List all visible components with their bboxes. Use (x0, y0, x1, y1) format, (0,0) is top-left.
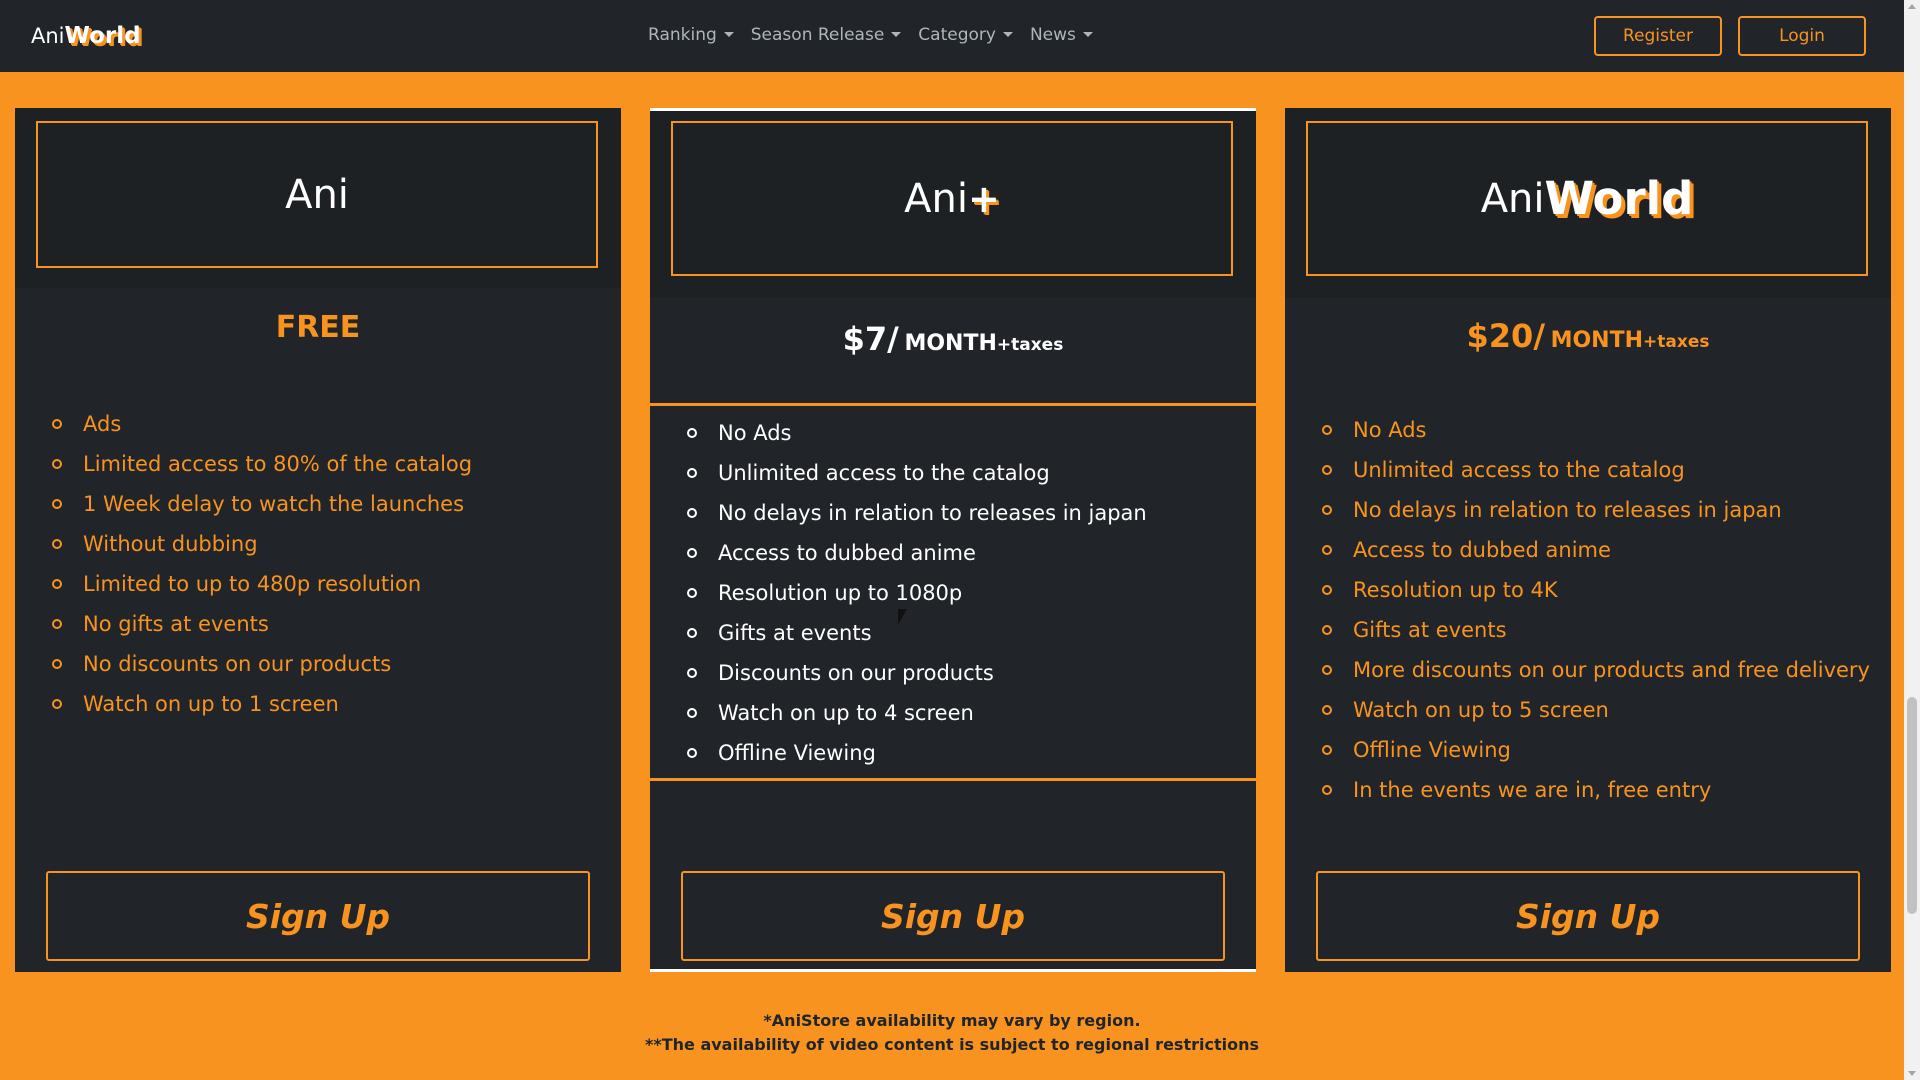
scrollbar[interactable] (1904, 0, 1920, 1080)
plan-logo-box: Ani World (1306, 121, 1868, 276)
nav-category-label: Category (918, 25, 996, 45)
nav-season-release-dropdown[interactable]: Season Release (751, 24, 902, 46)
list-item: Access to dubbed anime (684, 533, 1147, 573)
list-item: Without dubbing (49, 524, 472, 564)
caret-down-icon (891, 32, 902, 37)
list-item: Resolution up to 1080p (684, 573, 1147, 613)
plan-logo-ani: Ani (1480, 175, 1545, 222)
list-item: Discounts on our products (684, 653, 1147, 693)
footnote-restrictions: **The availability of video content is s… (644, 1035, 1259, 1054)
plan-logo-box: Ani + (671, 121, 1233, 276)
nav-season-release-label: Season Release (750, 25, 885, 45)
plan-card-header: Ani + (650, 111, 1256, 297)
scroll-down-arrow-icon[interactable] (1908, 1071, 1916, 1076)
brand-logo[interactable]: AniWorld (31, 20, 141, 54)
list-item: Offline Viewing (684, 733, 1147, 773)
plan-logo-ani: Ani (285, 171, 349, 218)
list-item: Limited to up to 480p resolution (49, 564, 472, 604)
plan-price: FREE (275, 310, 361, 345)
price-period: MONTH (1550, 328, 1644, 353)
mouse-cursor-icon (898, 609, 907, 625)
list-item: Resolution up to 4K (1319, 570, 1870, 610)
nav-ranking-label: Ranking (648, 25, 717, 45)
list-item: Ads (49, 404, 472, 444)
price-period: MONTH (904, 331, 997, 356)
plan-logo-box: Ani (36, 121, 598, 268)
nav-news-label: News (1029, 25, 1076, 45)
brand-ani: Ani (31, 24, 65, 48)
list-item: No discounts on our products (49, 644, 472, 684)
list-item: No delays in relation to releases in jap… (1319, 490, 1870, 530)
divider (650, 778, 1256, 781)
sign-up-button[interactable]: Sign Up (46, 871, 590, 961)
plan-feature-list: Ads Limited access to 80% of the catalog… (49, 404, 472, 724)
plan-feature-list: No Ads Unlimited access to the catalog N… (1319, 410, 1870, 810)
list-item: Gifts at events (1319, 610, 1870, 650)
nav-category-dropdown[interactable]: Category (918, 24, 1013, 46)
list-item: In the events we are in, free entry (1319, 770, 1870, 810)
plan-card-header: Ani World (1285, 108, 1891, 298)
list-item: 1 Week delay to watch the launches (49, 484, 472, 524)
navbar: AniWorld Ranking Season Release Category… (0, 0, 1904, 72)
list-item: Watch on up to 4 screen (684, 693, 1147, 733)
login-button[interactable]: Login (1738, 16, 1866, 56)
price-tax: +taxes (1643, 332, 1710, 352)
scroll-up-arrow-icon[interactable] (1908, 4, 1916, 9)
nav-ranking-dropdown[interactable]: Ranking (648, 24, 734, 46)
plan-price: $7/ MONTH+taxes (650, 320, 1256, 358)
list-item: Unlimited access to the catalog (684, 453, 1147, 493)
sign-up-button[interactable]: Sign Up (681, 871, 1225, 961)
plan-price: $20/ MONTH+taxes (1285, 317, 1891, 355)
plan-feature-list: No Ads Unlimited access to the catalog N… (684, 413, 1147, 773)
list-item: Limited access to 80% of the catalog (49, 444, 472, 484)
plan-logo-world: World (1544, 172, 1694, 225)
scrollbar-thumb[interactable] (1907, 697, 1917, 914)
nav-links: Ranking Season Release Category News (648, 24, 1110, 46)
list-item: Watch on up to 5 screen (1319, 690, 1870, 730)
price-amount: $7/ (842, 320, 899, 358)
list-item: No Ads (1319, 410, 1870, 450)
list-item: More discounts on our products and free … (1319, 650, 1870, 690)
brand-world: World (64, 23, 141, 49)
plan-card-ani-plus: Ani + $7/ MONTH+taxes No Ads Unlimited ac… (650, 108, 1256, 972)
plan-logo-ani: Ani (904, 175, 968, 222)
list-item: Access to dubbed anime (1319, 530, 1870, 570)
nav-news-dropdown[interactable]: News (1030, 24, 1093, 46)
list-item: Unlimited access to the catalog (1319, 450, 1870, 490)
caret-down-icon (723, 32, 734, 37)
sign-up-button[interactable]: Sign Up (1316, 871, 1860, 961)
footnote-availability: *AniStore availability may vary by regio… (763, 1011, 1141, 1030)
plan-card-ani: Ani FREE Ads Limited access to 80% of th… (15, 108, 621, 972)
list-item: Gifts at events (684, 613, 1147, 653)
register-button[interactable]: Register (1594, 16, 1722, 56)
list-item: No gifts at events (49, 604, 472, 644)
caret-down-icon (1002, 32, 1013, 37)
price-tax: +taxes (996, 335, 1064, 355)
list-item: Watch on up to 1 screen (49, 684, 472, 724)
list-item: No Ads (684, 413, 1147, 453)
caret-down-icon (1082, 32, 1093, 37)
plan-card-header: Ani (15, 108, 621, 288)
price-amount: $20/ (1466, 317, 1545, 355)
divider (650, 403, 1256, 406)
list-item: No delays in relation to releases in jap… (684, 493, 1147, 533)
plan-logo-plus: + (967, 176, 1000, 221)
list-item: Offline Viewing (1319, 730, 1870, 770)
plan-card-aniworld: Ani World $20/ MONTH+taxes No Ads Unlimit… (1285, 108, 1891, 972)
